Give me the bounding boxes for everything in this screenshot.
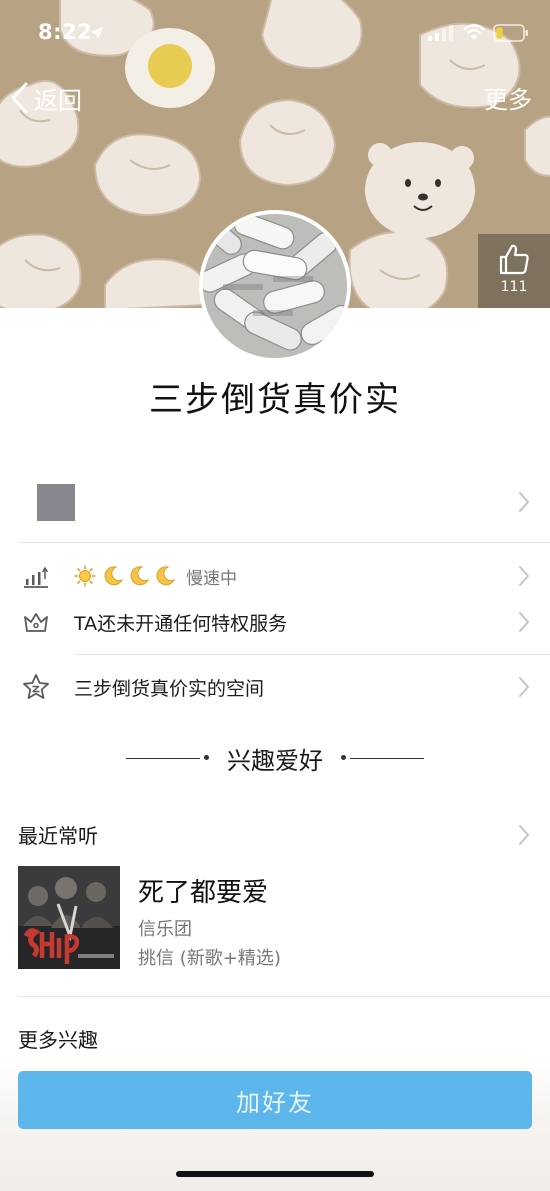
- privilege-text: TA还未开通任何特权服务: [74, 612, 288, 635]
- song-album: 挑信 (新歌+精选): [138, 948, 281, 969]
- sun-icon: [74, 565, 96, 587]
- chevron-right-icon: [519, 612, 529, 632]
- level-status: 慢速中: [186, 568, 237, 589]
- status-time: 8:22: [38, 20, 93, 44]
- chevron-right-icon: [519, 566, 529, 586]
- level-icons: [74, 565, 178, 587]
- chevron-right-icon: [519, 825, 529, 845]
- interests-section-header: 兴趣爱好: [0, 741, 550, 775]
- moon-icon: [130, 566, 150, 586]
- album-art: [18, 866, 120, 969]
- back-button[interactable]: 返回: [10, 78, 82, 118]
- battery-icon: [493, 24, 528, 42]
- chevron-right-icon: [519, 492, 529, 512]
- chevron-left-icon: [11, 82, 28, 114]
- crown-icon: [24, 613, 48, 632]
- space-row[interactable]: 三步倒货真价实的空间: [0, 664, 550, 710]
- moon-icon: [156, 566, 176, 586]
- level-row[interactable]: 慢速中: [0, 553, 550, 599]
- section-title: 兴趣爱好: [227, 747, 323, 775]
- star-space-icon: [23, 674, 49, 699]
- like-button[interactable]: 111: [478, 234, 550, 308]
- wifi-icon: [463, 24, 485, 40]
- song-title: 死了都要爱: [138, 878, 269, 908]
- more-interests-label: 更多兴趣: [18, 1028, 98, 1052]
- album-cover[interactable]: [18, 866, 120, 969]
- avatar-image: [203, 214, 347, 358]
- chevron-right-icon: [519, 677, 529, 697]
- recent-music-label: 最近常听: [18, 824, 98, 848]
- status-bar: 8:22: [0, 0, 550, 66]
- profile-name: 三步倒货真价实: [149, 380, 401, 420]
- account-info-row[interactable]: [0, 466, 550, 538]
- add-friend-button[interactable]: 加好友: [18, 1071, 532, 1129]
- space-text: 三步倒货真价实的空间: [74, 677, 265, 700]
- moon-icon: [104, 566, 124, 586]
- redacted-block: [37, 484, 75, 521]
- section-dot-right: [341, 755, 346, 760]
- home-indicator[interactable]: [176, 1171, 374, 1177]
- back-label: 返回: [34, 86, 82, 115]
- cellular-signal-icon: [428, 25, 453, 41]
- song-artist: 信乐团: [138, 919, 192, 940]
- avatar[interactable]: [199, 210, 351, 362]
- privilege-row[interactable]: TA还未开通任何特权服务: [0, 599, 550, 645]
- divider: [18, 542, 550, 543]
- divider: [18, 996, 550, 997]
- more-button[interactable]: 更多: [484, 80, 532, 115]
- thumbs-up-icon: [499, 244, 529, 275]
- divider: [74, 654, 550, 655]
- level-chart-icon: [24, 566, 49, 588]
- section-line-right: [350, 758, 424, 759]
- location-arrow-icon: [91, 27, 103, 39]
- like-count: 111: [500, 279, 528, 295]
